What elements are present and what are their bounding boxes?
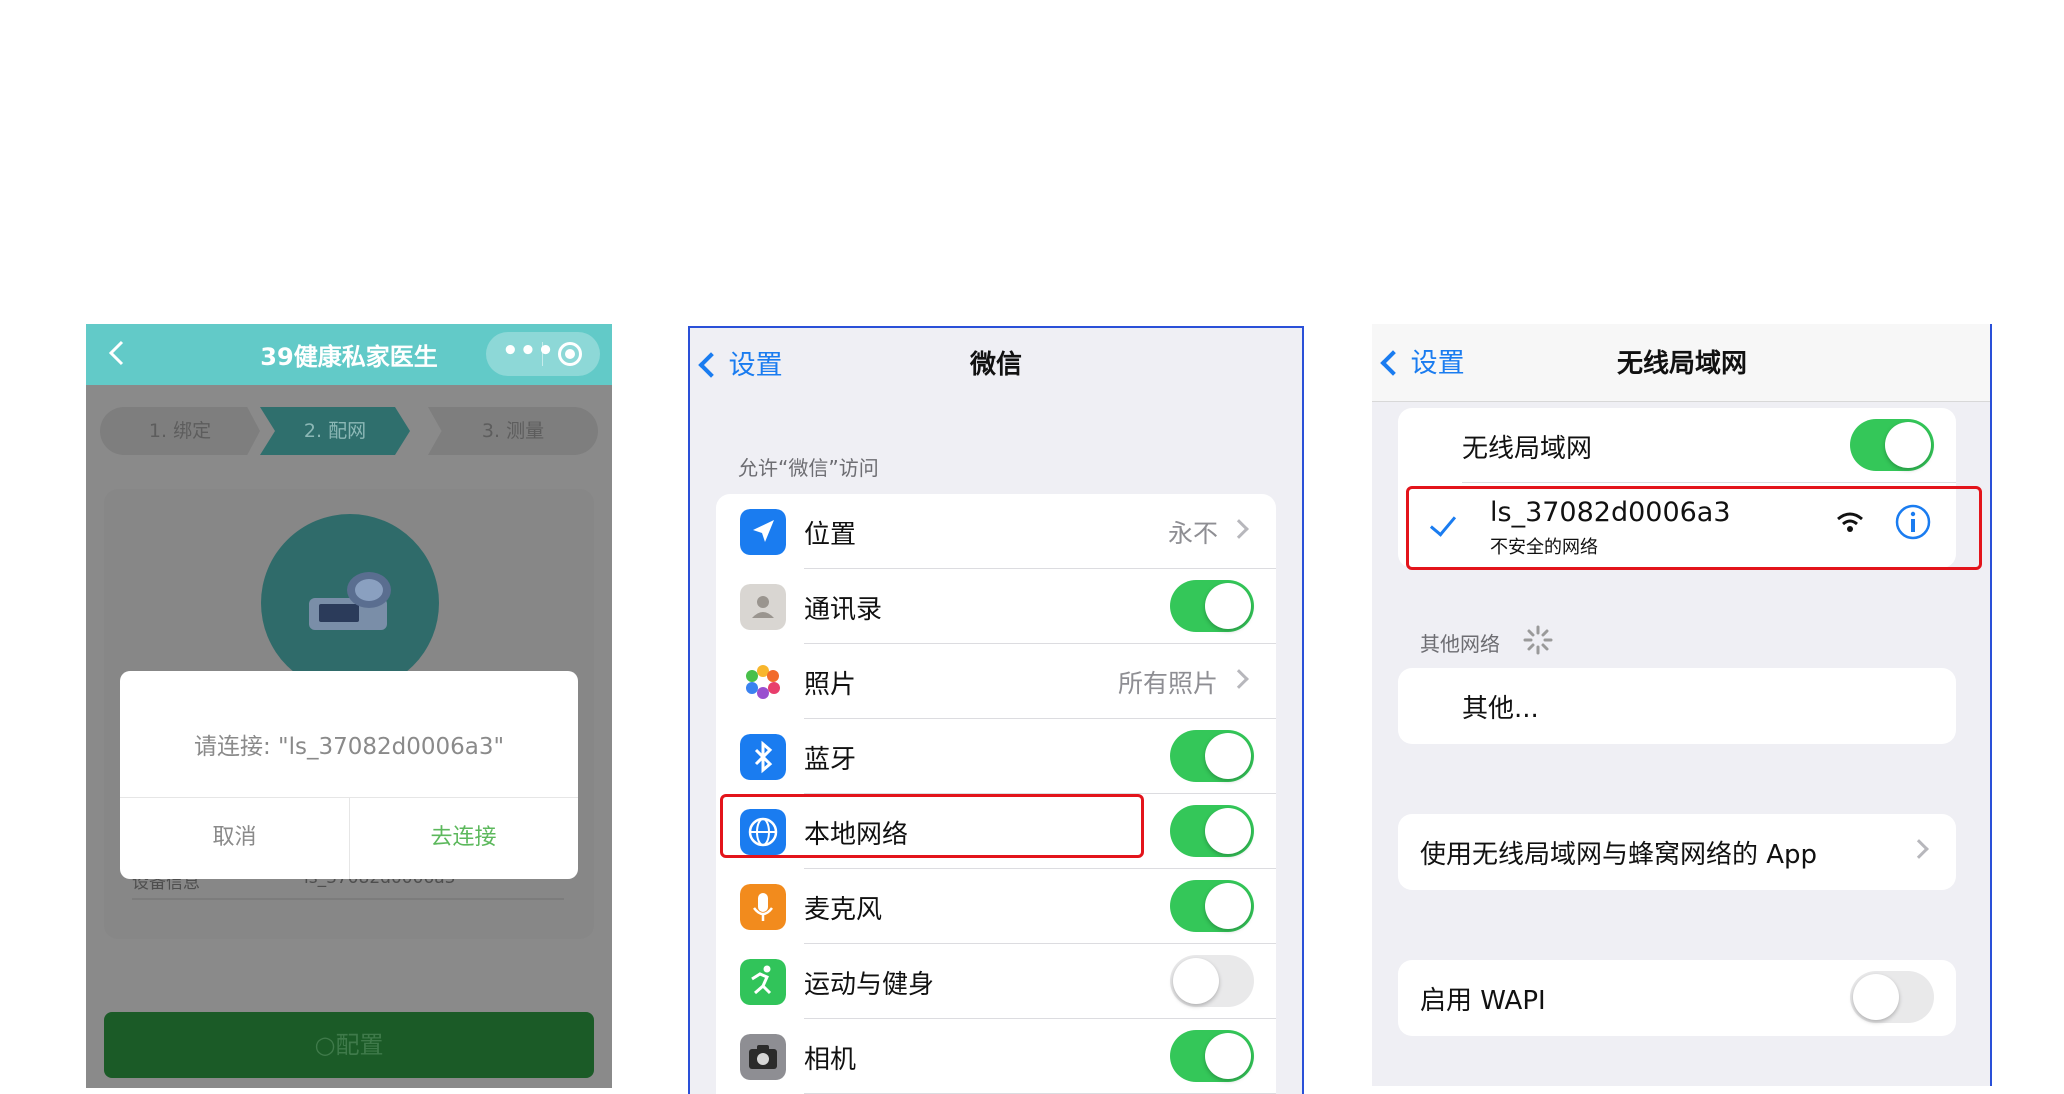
contacts-icon — [740, 584, 786, 630]
blood-pressure-monitor-icon — [309, 572, 391, 630]
row-label: 蓝牙 — [804, 745, 857, 775]
apps-group: 使用无线局域网与蜂窝网络的 App — [1398, 814, 1956, 890]
highlight-box — [1406, 486, 1982, 570]
contacts-toggle[interactable] — [1170, 580, 1254, 632]
location-arrow-icon — [740, 509, 786, 555]
other-networks-header: 其他网络 — [1420, 632, 1500, 656]
row-label: 位置 — [804, 520, 857, 550]
local-network-toggle[interactable] — [1170, 805, 1254, 857]
camera-icon — [740, 1034, 786, 1080]
dialog-message: 请连接: "ls_37082d0006a3" — [193, 734, 505, 760]
row-label: 其他... — [1462, 694, 1539, 724]
cancel-button[interactable]: 取消 — [120, 797, 349, 879]
chevron-right-icon — [1229, 669, 1249, 689]
row-value: 永不 — [1167, 519, 1218, 548]
capsule-menu[interactable]: ••• — [486, 332, 600, 376]
camera-toggle[interactable] — [1170, 1030, 1254, 1082]
row-label: 麦克风 — [804, 895, 883, 925]
close-target-icon[interactable] — [558, 342, 582, 366]
device-image — [261, 514, 439, 692]
step-bind: 1. 绑定 — [100, 407, 260, 455]
row-other[interactable]: 其他... — [1398, 668, 1956, 743]
capsule-divider — [542, 342, 543, 366]
miniprogram-screen: 39健康私家医生 ••• 1. 绑定 2. 配网 3. 测量 设备信息 ls_3… — [86, 324, 612, 1088]
section-header: 允许“微信”访问 — [738, 456, 879, 480]
wapi-group: 启用 WAPI — [1398, 960, 1956, 1036]
wapi-toggle[interactable] — [1850, 971, 1934, 1023]
row-label: 使用无线局域网与蜂窝网络的 App — [1420, 840, 1818, 870]
row-camera: 相机 — [716, 1019, 1276, 1094]
row-contacts: 通讯录 — [716, 569, 1276, 644]
row-fitness: 运动与健身 — [716, 944, 1276, 1019]
row-label: 无线局域网 — [1462, 434, 1593, 464]
row-photos[interactable]: 照片 所有照片 — [716, 644, 1276, 719]
nav-bar: 设置 无线局域网 — [1372, 324, 1990, 402]
row-bluetooth: 蓝牙 — [716, 719, 1276, 794]
row-label: 相机 — [804, 1045, 857, 1075]
loading-spinner-icon — [1523, 625, 1553, 655]
page-title: 微信 — [969, 350, 1022, 380]
row-apps-using-wlan[interactable]: 使用无线局域网与蜂窝网络的 App — [1398, 814, 1956, 889]
row-value: 所有照片 — [1117, 669, 1218, 698]
more-dots-icon[interactable]: ••• — [502, 336, 555, 366]
microphone-icon — [740, 884, 786, 930]
fitness-toggle[interactable] — [1170, 955, 1254, 1007]
configure-button[interactable]: ○配置 — [104, 1012, 594, 1078]
bluetooth-toggle[interactable] — [1170, 730, 1254, 782]
page-title: 无线局域网 — [1616, 349, 1747, 379]
row-wapi: 启用 WAPI — [1398, 960, 1956, 1035]
wlan-settings-screen: 设置 无线局域网 无线局域网 ls_37082d0006a3 不安全的网络 其他… — [1372, 324, 1992, 1086]
highlight-box — [720, 794, 1144, 858]
other-network-group: 其他... — [1398, 668, 1956, 744]
microphone-toggle[interactable] — [1170, 880, 1254, 932]
row-label: 通讯录 — [804, 595, 883, 625]
step-network: 2. 配网 — [260, 407, 410, 455]
row-wlan-toggle: 无线局域网 — [1398, 408, 1956, 483]
row-microphone: 麦克风 — [716, 869, 1276, 944]
chevron-right-icon — [1229, 519, 1249, 539]
bluetooth-icon — [740, 734, 786, 780]
row-label: 运动与健身 — [804, 970, 935, 1000]
wechat-settings-screen: 设置 微信 允许“微信”访问 位置 永不 通讯录 照片 所有照片 蓝牙 本地网络… — [688, 326, 1304, 1094]
row-label: 照片 — [804, 670, 857, 700]
row-label: 启用 WAPI — [1420, 986, 1546, 1016]
go-connect-button[interactable]: 去连接 — [349, 797, 578, 879]
title-bar: 39健康私家医生 ••• — [86, 324, 612, 385]
wlan-toggle[interactable] — [1850, 419, 1934, 471]
step-measure: 3. 测量 — [428, 407, 598, 455]
chevron-right-icon — [1909, 839, 1929, 859]
fitness-icon — [740, 959, 786, 1005]
row-location[interactable]: 位置 永不 — [716, 494, 1276, 569]
step-indicator: 1. 绑定 2. 配网 3. 测量 — [100, 407, 598, 455]
photos-icon — [740, 659, 786, 705]
connect-dialog: 请连接: "ls_37082d0006a3" 取消 去连接 — [120, 671, 578, 879]
